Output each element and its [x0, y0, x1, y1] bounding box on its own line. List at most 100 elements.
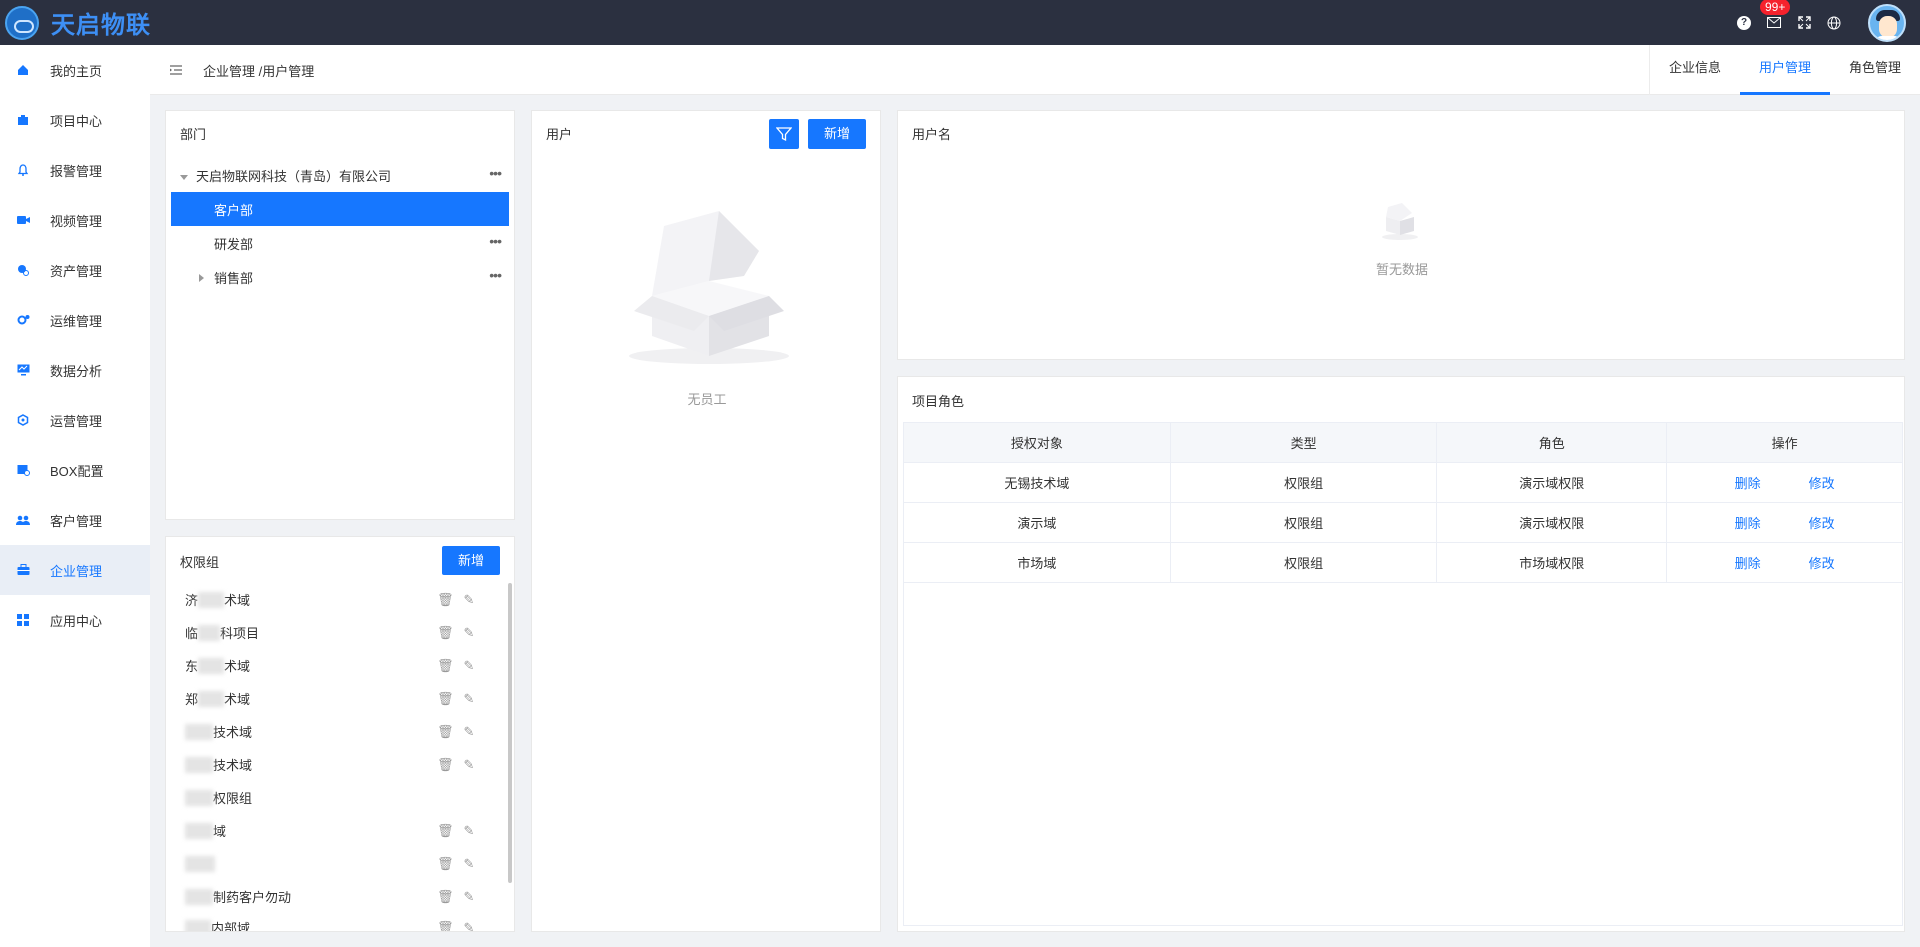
- username-panel: 用户名 暂无数据: [897, 110, 1905, 360]
- tree-node-root[interactable]: 天启物联网科技（青岛）有限公司 •••: [171, 158, 509, 192]
- edit-icon[interactable]: ✎: [464, 889, 475, 905]
- item-actions: 🗑 ✎: [437, 583, 484, 616]
- mail-icon[interactable]: 99+: [1760, 0, 1791, 31]
- edit-icon[interactable]: ✎: [464, 920, 475, 932]
- add-permission-group-button[interactable]: 新增: [442, 546, 500, 575]
- sidebar-item-customers[interactable]: 客户管理: [0, 495, 150, 545]
- expand-caret-icon[interactable]: [180, 168, 188, 183]
- item-text: 临: [185, 626, 199, 641]
- trash-icon[interactable]: 🗑: [437, 757, 454, 773]
- tree-node-label: 客户部: [214, 202, 254, 218]
- item-text: 郑: [185, 692, 199, 707]
- list-item[interactable]: 技术域: [185, 748, 435, 781]
- list-item[interactable]: 技术域: [185, 715, 435, 748]
- list-item[interactable]: 权限组: [185, 781, 435, 814]
- sidebar-item-asset[interactable]: 资产管理: [0, 245, 150, 295]
- edit-icon[interactable]: ✎: [464, 592, 475, 608]
- customers-icon: [16, 513, 30, 527]
- sidebar-item-label: 应用中心: [50, 613, 103, 629]
- item-actions: 🗑 ✎: [437, 649, 484, 682]
- list-item[interactable]: 制药客户勿动: [185, 880, 435, 913]
- sidebar-item-apps[interactable]: 应用中心: [0, 595, 150, 645]
- sidebar-item-operation[interactable]: 运营管理: [0, 395, 150, 445]
- help-icon[interactable]: ?: [1736, 15, 1752, 31]
- tab-enterprise-info[interactable]: 企业信息: [1650, 45, 1740, 95]
- globe-icon[interactable]: [1826, 15, 1842, 31]
- delete-link[interactable]: 删除: [1735, 476, 1761, 491]
- edit-link[interactable]: 修改: [1809, 476, 1835, 491]
- filter-icon: [775, 127, 793, 142]
- trash-icon[interactable]: 🗑: [437, 889, 454, 905]
- content-header: 企业管理 /用户管理 企业信息 用户管理 角色管理: [150, 45, 1920, 95]
- edit-icon[interactable]: ✎: [464, 691, 475, 707]
- delete-link[interactable]: 删除: [1735, 516, 1761, 531]
- sidebar-item-project[interactable]: 项目中心: [0, 95, 150, 145]
- expand-caret-icon[interactable]: [199, 270, 204, 285]
- filter-button[interactable]: [769, 119, 799, 149]
- fullscreen-icon[interactable]: [1796, 15, 1812, 31]
- trash-icon[interactable]: 🗑: [437, 724, 454, 740]
- list-item[interactable]: 东 术域: [185, 649, 435, 682]
- trash-icon[interactable]: 🗑: [437, 823, 454, 839]
- edit-icon[interactable]: ✎: [464, 658, 475, 674]
- edit-icon[interactable]: ✎: [464, 823, 475, 839]
- sidebar-item-data[interactable]: 数据分析: [0, 345, 150, 395]
- trash-icon[interactable]: 🗑: [437, 625, 454, 641]
- sidebar-item-video[interactable]: 视频管理: [0, 195, 150, 245]
- panel-title: 项目角色: [912, 394, 965, 409]
- edit-icon[interactable]: ✎: [464, 757, 475, 773]
- trash-icon[interactable]: 🗑: [437, 920, 454, 932]
- tab-user-management[interactable]: 用户管理: [1740, 45, 1830, 95]
- sidebar-item-label: 客户管理: [50, 513, 103, 529]
- tree-node-rd[interactable]: 研发部 •••: [171, 226, 509, 260]
- item-text: 济: [185, 593, 199, 608]
- cell-role: 演示域权限: [1436, 462, 1668, 503]
- tree-node-sales[interactable]: 销售部 •••: [171, 260, 509, 294]
- list-item[interactable]: 临 科项目: [185, 616, 435, 649]
- table-row: 演示域 权限组 演示域权限 删除 修改: [903, 502, 1903, 543]
- edit-icon[interactable]: ✎: [464, 724, 475, 740]
- list-item[interactable]: 郑 术域: [185, 682, 435, 715]
- list-item[interactable]: 济 术域: [185, 583, 435, 616]
- menu-toggle-icon[interactable]: [170, 63, 182, 78]
- add-user-button[interactable]: 新增: [808, 119, 866, 149]
- brand[interactable]: 天启物联: [0, 5, 151, 40]
- edit-icon[interactable]: ✎: [464, 856, 475, 872]
- edit-link[interactable]: 修改: [1809, 556, 1835, 571]
- sidebar-item-alarm[interactable]: 报警管理: [0, 145, 150, 195]
- panel-title: 用户: [546, 127, 573, 142]
- list-item[interactable]: 内部域: [185, 911, 435, 931]
- trash-icon[interactable]: 🗑: [437, 658, 454, 674]
- tab-role-management[interactable]: 角色管理: [1830, 45, 1920, 95]
- more-icon[interactable]: •••: [489, 268, 502, 282]
- delete-link[interactable]: 删除: [1735, 556, 1761, 571]
- redacted-text: [198, 591, 225, 608]
- empty-text: 无员工: [687, 392, 727, 407]
- cell-actions: 删除 修改: [1666, 542, 1903, 583]
- sidebar-item-label: 运维管理: [50, 313, 103, 329]
- more-icon[interactable]: •••: [489, 234, 502, 248]
- avatar[interactable]: [1868, 3, 1906, 42]
- sidebar-item-enterprise[interactable]: 企业管理: [0, 545, 150, 595]
- column-header: 操作: [1666, 422, 1903, 463]
- list-item[interactable]: [185, 847, 435, 880]
- table-row: 市场域 权限组 市场域权限 删除 修改: [903, 542, 1903, 583]
- item-text: 技术域: [213, 758, 253, 773]
- edit-icon[interactable]: ✎: [464, 625, 475, 641]
- empty-text: 暂无数据: [1375, 262, 1428, 277]
- project-icon: [16, 113, 30, 127]
- scrollbar[interactable]: [508, 583, 512, 883]
- item-text: 术域: [224, 593, 251, 608]
- tree-node-customer[interactable]: 客户部: [171, 192, 509, 226]
- list-item[interactable]: 域: [185, 814, 435, 847]
- sidebar-item-maintenance[interactable]: 运维管理: [0, 295, 150, 345]
- trash-icon[interactable]: 🗑: [437, 856, 454, 872]
- more-icon[interactable]: •••: [489, 166, 502, 180]
- home-icon: [16, 63, 30, 77]
- edit-link[interactable]: 修改: [1809, 516, 1835, 531]
- top-icons: ? 99+: [1722, 0, 1920, 45]
- sidebar-item-box[interactable]: BOX配置: [0, 445, 150, 495]
- trash-icon[interactable]: 🗑: [437, 691, 454, 707]
- trash-icon[interactable]: 🗑: [437, 592, 454, 608]
- sidebar-item-home[interactable]: 我的主页: [0, 45, 150, 95]
